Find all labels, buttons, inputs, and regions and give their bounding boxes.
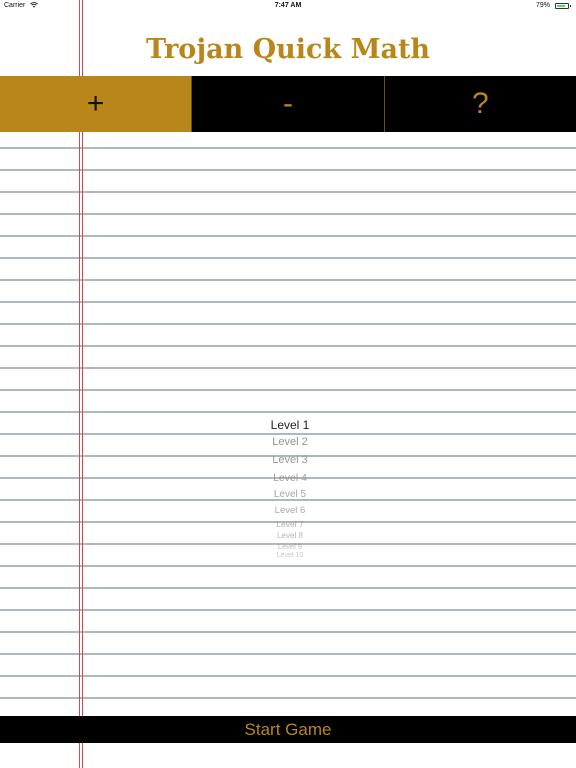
battery-percentage: 79%	[535, 2, 550, 9]
level-picker[interactable]: Level 1 Level 2 Level 3 Level 4 Level 5 Level…	[200, 412, 380, 560]
level-option[interactable]: Level 10	[200, 552, 380, 557]
tab-addition[interactable]: +	[0, 76, 192, 132]
battery-icon	[555, 3, 571, 9]
level-option[interactable]: Level 6	[200, 505, 380, 516]
level-option[interactable]: Level 7	[200, 519, 380, 529]
tab-mystery[interactable]: ?	[383, 76, 576, 132]
start-game-button[interactable]: Start Game	[245, 720, 332, 740]
level-option[interactable]: Level 4	[200, 472, 380, 484]
tab-subtraction[interactable]: -	[191, 76, 383, 132]
status-bar: Carrier 7:47 AM 79%	[0, 0, 576, 12]
page-title: Trojan Quick Math	[145, 34, 431, 65]
level-option[interactable]: Level 2	[200, 436, 380, 448]
level-option[interactable]: Level 1	[200, 418, 380, 432]
battery-fill	[557, 5, 565, 7]
level-option[interactable]: Level 9	[200, 542, 380, 551]
level-option[interactable]: Level 3	[200, 454, 380, 466]
status-time: 7:47 AM	[274, 2, 302, 9]
level-option[interactable]: Level 5	[200, 489, 380, 500]
level-option[interactable]: Level 8	[200, 531, 380, 540]
start-game-bar: Start Game	[0, 716, 576, 743]
operation-tab-bar: + - ?	[0, 76, 576, 132]
